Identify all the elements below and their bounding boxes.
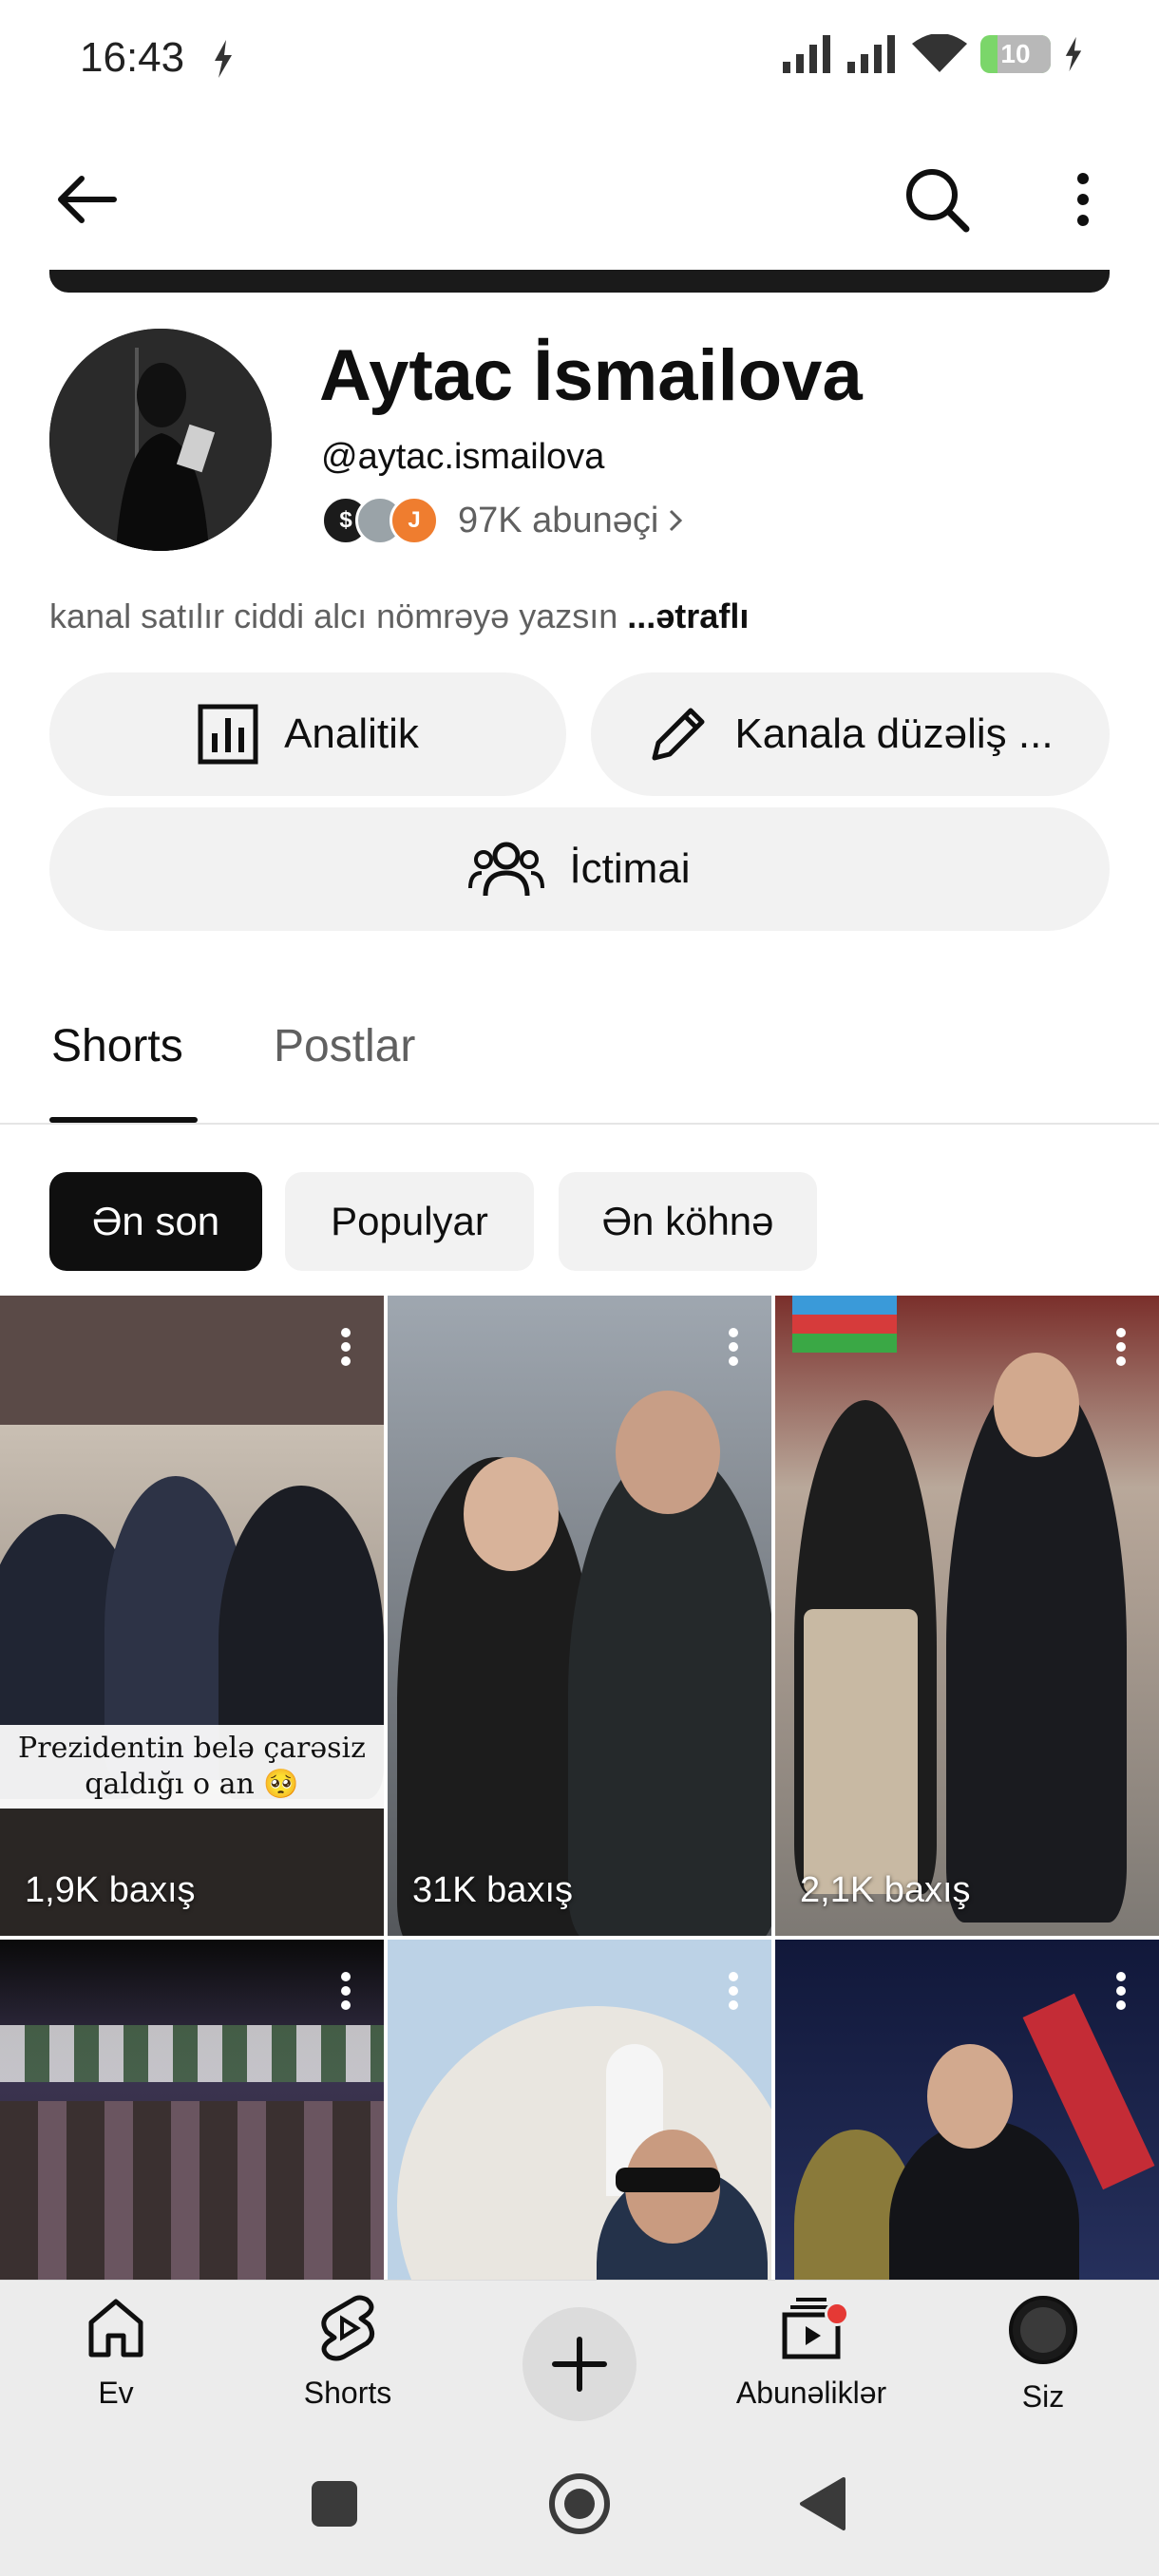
visibility-button[interactable]: İctimai [49,807,1110,931]
more-link[interactable]: ...ətraflı [627,597,749,635]
status-icons: 10 [783,34,1083,74]
charging-icon-2 [1065,36,1082,72]
recents-icon[interactable] [308,2477,361,2530]
system-navigation [0,2432,1159,2576]
signal-icon [783,35,830,73]
short-views: 31K baxış [412,1870,573,1910]
signal-icon-2 [847,35,895,73]
edit-channel-button[interactable]: Kanala düzəliş ... [591,672,1110,796]
nav-shorts-label: Shorts [303,2376,392,2410]
nav-home[interactable]: Ev [21,2294,211,2411]
channel-name: Aytac İsmailova [319,335,863,416]
subscriber-avatar: J [390,496,439,545]
people-icon [468,842,545,897]
bottom-navigation: Ev Shorts Abunəliklər Siz [0,2280,1159,2432]
subscribers-row[interactable]: $ J 97K abunəçi [321,496,683,545]
chip-latest[interactable]: Ən son [49,1172,262,1271]
short-card[interactable]: 31K baxış [388,1296,771,1936]
profile-avatar-icon [1009,2296,1077,2364]
battery-level: 10 [1000,39,1031,68]
description-text: kanal satılır ciddi alcı nömrəyə yazsın [49,597,618,635]
shorts-icon [321,2295,374,2361]
create-button[interactable] [522,2307,636,2421]
short-views: 1,9K baxış [25,1870,196,1910]
chip-oldest[interactable]: Ən köhnə [559,1172,817,1271]
status-time: 16:43 [80,34,185,81]
nav-home-label: Ev [98,2376,134,2410]
short-card[interactable] [0,1940,384,2282]
back-arrow-icon [58,176,117,223]
notification-dot [825,2301,849,2326]
wifi-icon [912,34,967,72]
nav-subscriptions[interactable]: Abunəliklər [716,2294,906,2411]
short-card[interactable] [775,1940,1159,2282]
short-caption: Prezidentin belə çarəsiz qaldığı o an 🥺 [0,1725,384,1809]
more-vertical-icon[interactable] [340,1328,352,1366]
back-system-icon[interactable] [796,2475,847,2532]
nav-you-label: Siz [1021,2379,1065,2414]
more-vertical-icon[interactable] [728,1328,739,1366]
battery-icon: 10 [980,35,1051,73]
chip-popular[interactable]: Populyar [285,1172,534,1271]
more-vertical-icon[interactable] [728,1972,739,2010]
short-views: 2,1K baxış [800,1870,971,1910]
more-vertical-icon[interactable] [1115,1972,1127,2010]
nav-shorts[interactable]: Shorts [253,2294,443,2411]
plus-icon [552,2337,607,2392]
edit-channel-label: Kanala düzəliş ... [734,710,1054,757]
nav-subscriptions-label: Abunəliklər [735,2376,887,2410]
nav-you[interactable]: Siz [948,2294,1138,2415]
tab-shorts[interactable]: Shorts [51,1020,183,1072]
home-icon [88,2299,143,2358]
analytics-label: Analitik [284,710,419,757]
status-bar: 16:43 10 [0,0,1159,123]
more-vertical-icon[interactable] [1115,1328,1127,1366]
home-system-icon[interactable] [547,2472,612,2536]
analytics-button[interactable]: Analitik [49,672,566,796]
more-vertical-icon [1077,173,1089,226]
back-button[interactable] [48,169,124,230]
channel-banner[interactable] [49,270,1110,293]
chevron-right-icon [670,509,683,532]
pencil-icon [652,708,705,761]
active-tab-indicator [49,1117,198,1123]
channel-avatar[interactable] [49,329,272,551]
top-app-bar [0,142,1159,256]
short-card[interactable]: Prezidentin belə çarəsiz qaldığı o an 🥺 … [0,1296,384,1936]
visibility-label: İctimai [569,845,691,892]
channel-tabs: Shorts Postlar [0,1007,1159,1125]
more-vertical-icon[interactable] [340,1972,352,2010]
search-icon [906,169,970,233]
analytics-icon [198,704,258,765]
charging-icon [215,40,232,78]
tab-posts[interactable]: Postlar [274,1020,415,1072]
short-card[interactable]: 2,1K baxış [775,1296,1159,1936]
subscriber-count: 97K abunəçi [458,500,659,540]
flag-icon [792,1296,897,1353]
short-card[interactable] [388,1940,771,2282]
more-options-button[interactable] [1054,165,1112,234]
channel-description[interactable]: kanal satılır ciddi alcı nömrəyə yazsın … [49,597,749,636]
channel-handle: @aytac.ismailova [321,437,605,477]
search-button[interactable] [899,163,975,236]
avatar-figure-icon [49,329,272,551]
